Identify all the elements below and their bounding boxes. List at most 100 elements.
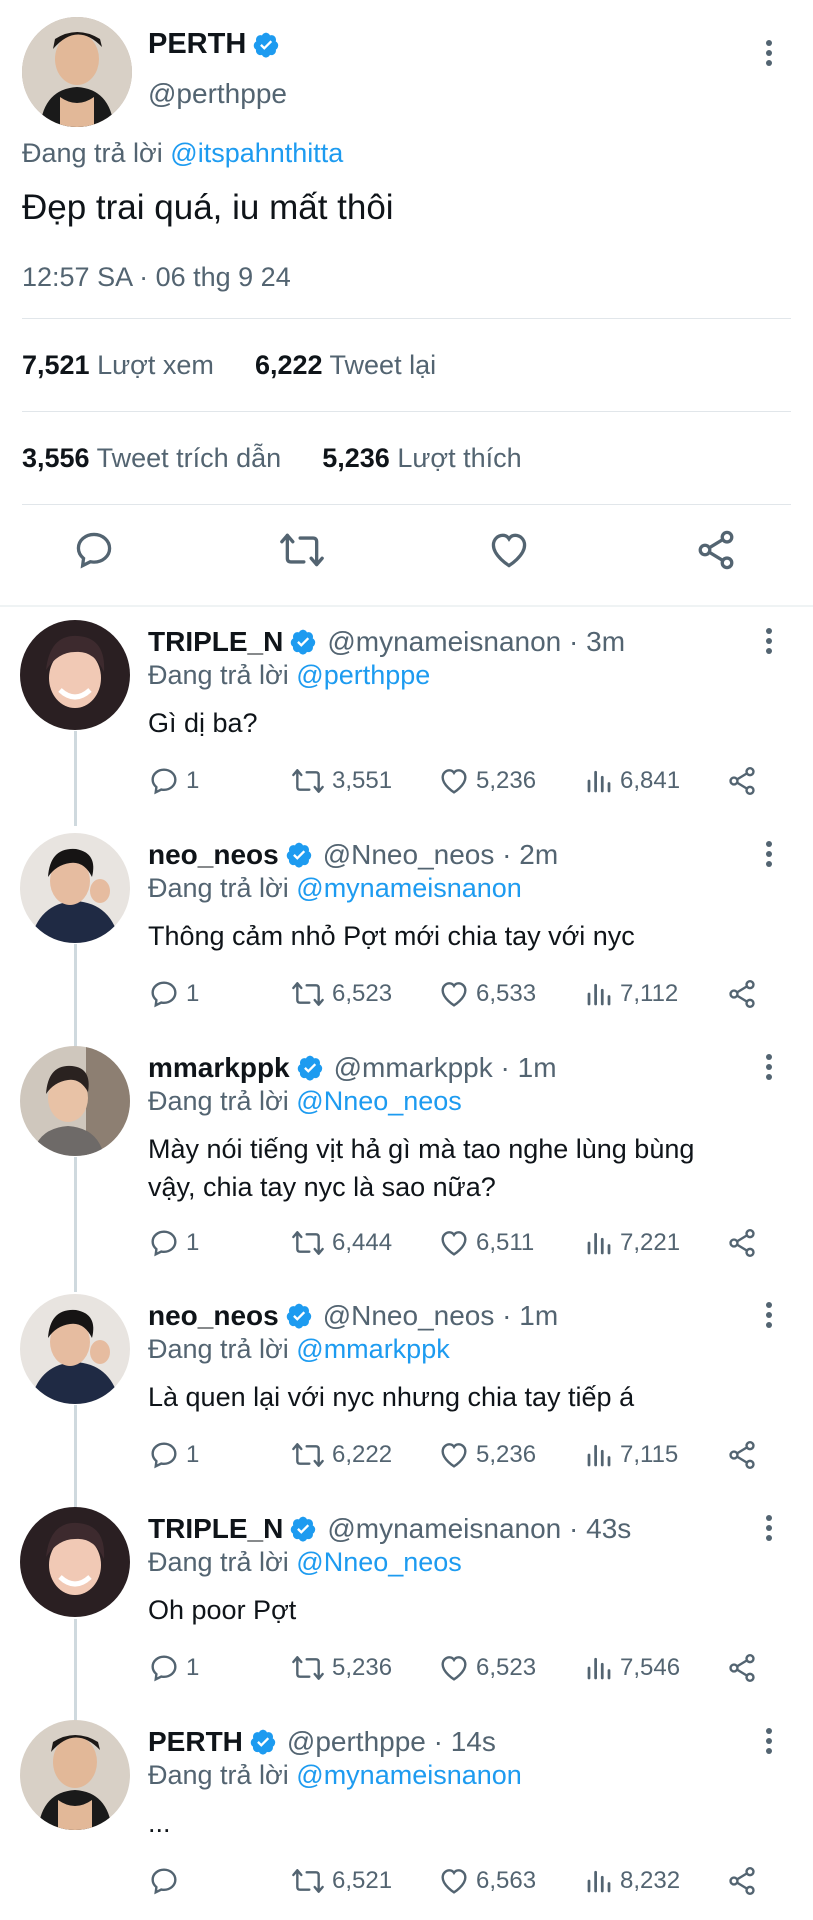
- more-icon[interactable]: [757, 1052, 781, 1082]
- avatar[interactable]: [20, 1507, 130, 1617]
- author-handle[interactable]: @mmarkppk: [334, 1052, 493, 1084]
- replying-prefix: Đang trả lời: [148, 660, 289, 690]
- like-button[interactable]: 5,236: [438, 1438, 536, 1472]
- author-handle[interactable]: @mynameisnanon: [327, 626, 561, 658]
- more-icon[interactable]: [757, 626, 781, 656]
- reply-actions: 6,521 6,563 8,232: [148, 1864, 768, 1898]
- retweet-button[interactable]: 6,222: [290, 1438, 392, 1472]
- quotes-stat[interactable]: 3,556 Tweet trích dẫn: [22, 443, 281, 473]
- tweet-timestamp[interactable]: 12:57 SA · 06 thg 9 24: [22, 262, 291, 293]
- reply-button[interactable]: 1: [148, 977, 199, 1011]
- replying-to-mention[interactable]: @mynameisnanon: [296, 873, 522, 903]
- avatar[interactable]: [20, 833, 130, 943]
- retweet-button[interactable]: 6,444: [290, 1226, 392, 1260]
- like-button[interactable]: [487, 528, 531, 580]
- author-handle[interactable]: @perthppe: [287, 1726, 426, 1758]
- author-handle[interactable]: @perthppe: [148, 78, 287, 110]
- retweet-button[interactable]: 5,236: [290, 1651, 392, 1685]
- share-button[interactable]: [694, 528, 738, 580]
- views-button[interactable]: 7,115: [584, 1438, 678, 1472]
- avatar[interactable]: [20, 1294, 130, 1404]
- like-button[interactable]: 6,563: [438, 1864, 536, 1898]
- reply-header: neo_neos @Nneo_neos · 1m: [148, 1300, 558, 1332]
- author-name[interactable]: neo_neos: [148, 1300, 279, 1332]
- author-name[interactable]: TRIPLE_N: [148, 1513, 283, 1545]
- reply-tweet[interactable]: PERTH @perthppe · 14s Đang trả lời @myna…: [0, 1708, 813, 1920]
- more-icon[interactable]: [757, 38, 781, 68]
- author-name[interactable]: PERTH: [148, 1726, 243, 1758]
- views-button[interactable]: 7,221: [584, 1226, 680, 1260]
- retweet-button[interactable]: [278, 528, 326, 580]
- share-button[interactable]: [726, 977, 758, 1011]
- share-button[interactable]: [726, 1438, 758, 1472]
- replying-to-mention[interactable]: @mynameisnanon: [296, 1760, 522, 1790]
- reply-button[interactable]: [148, 1864, 186, 1898]
- replying-to-mention[interactable]: @Nneo_neos: [296, 1547, 462, 1577]
- author-name[interactable]: TRIPLE_N: [148, 626, 283, 658]
- replying-prefix: Đang trả lời: [148, 1760, 289, 1790]
- author-name[interactable]: PERTH: [148, 28, 280, 61]
- reply-icon: [151, 981, 177, 1008]
- retweet-count: 6,521: [332, 1867, 393, 1894]
- avatar[interactable]: [22, 17, 132, 127]
- like-button[interactable]: 6,511: [438, 1226, 534, 1260]
- author-name[interactable]: neo_neos: [148, 839, 279, 871]
- share-icon: [729, 1229, 755, 1257]
- reply-tweet[interactable]: neo_neos @Nneo_neos · 2m Đang trả lời @m…: [0, 821, 813, 1034]
- like-count: 5,236: [476, 767, 537, 794]
- replying-to-mention[interactable]: @Nneo_neos: [296, 1086, 462, 1116]
- share-button[interactable]: [726, 1226, 758, 1260]
- replying-to-mention[interactable]: @itspahnthitta: [170, 138, 343, 168]
- reply-tweet[interactable]: neo_neos @Nneo_neos · 1m Đang trả lời @m…: [0, 1282, 813, 1495]
- retweet-icon: [280, 533, 324, 567]
- replying-to-mention[interactable]: @perthppe: [296, 660, 430, 690]
- reply-text: Mày nói tiếng vịt hả gì mà tao nghe lùng…: [148, 1134, 695, 1202]
- share-icon: [729, 1654, 755, 1682]
- views-count: 7,546: [620, 1654, 681, 1681]
- views-button[interactable]: 6,841: [584, 764, 680, 798]
- retweet-button[interactable]: 6,521: [290, 1864, 392, 1898]
- share-button[interactable]: [726, 764, 758, 798]
- like-button[interactable]: 6,533: [438, 977, 536, 1011]
- avatar[interactable]: [20, 1720, 130, 1830]
- more-icon[interactable]: [757, 1300, 781, 1330]
- divider: [22, 504, 791, 505]
- views-count: 8,232: [620, 1867, 681, 1894]
- reply-tweet[interactable]: TRIPLE_N @mynameisnanon · 3m Đang trả lờ…: [0, 608, 813, 821]
- views-button[interactable]: 7,546: [584, 1651, 680, 1685]
- retweet-icon: [292, 769, 324, 793]
- reply-button[interactable]: [72, 528, 116, 580]
- share-button[interactable]: [726, 1651, 758, 1685]
- reply-button[interactable]: 1: [148, 1651, 199, 1685]
- reply-actions: 1 5,236 6,523 7,546: [148, 1651, 768, 1685]
- avatar[interactable]: [20, 1046, 130, 1156]
- avatar[interactable]: [20, 620, 130, 730]
- retweet-icon: [292, 1656, 324, 1680]
- reply-count: 1: [186, 1654, 200, 1681]
- views-count: 7,521: [22, 350, 90, 380]
- like-button[interactable]: 6,523: [438, 1651, 536, 1685]
- replying-to: Đang trả lời @mynameisnanon: [148, 873, 522, 904]
- like-button[interactable]: 5,236: [438, 764, 536, 798]
- replying-to-mention[interactable]: @mmarkppk: [296, 1334, 449, 1364]
- reply-tweet[interactable]: TRIPLE_N @mynameisnanon · 43s Đang trả l…: [0, 1495, 813, 1708]
- author-handle[interactable]: @mynameisnanon: [327, 1513, 561, 1545]
- views-button[interactable]: 8,232: [584, 1864, 680, 1898]
- reply-button[interactable]: 1: [148, 1438, 199, 1472]
- more-icon[interactable]: [757, 1726, 781, 1756]
- reply-tweet[interactable]: mmarkppk @mmarkppk · 1m Đang trả lời @Nn…: [0, 1034, 813, 1282]
- author-name[interactable]: mmarkppk: [148, 1052, 290, 1084]
- retweets-stat[interactable]: 6,222 Tweet lại: [255, 350, 436, 380]
- more-icon[interactable]: [757, 839, 781, 869]
- author-handle[interactable]: @Nneo_neos: [323, 839, 495, 871]
- views-button[interactable]: 7,112: [584, 977, 678, 1011]
- likes-stat[interactable]: 5,236 Lượt thích: [322, 443, 521, 473]
- reply-button[interactable]: 1: [148, 764, 199, 798]
- author-handle[interactable]: @Nneo_neos: [323, 1300, 495, 1332]
- retweet-button[interactable]: 6,523: [290, 977, 392, 1011]
- share-button[interactable]: [726, 1864, 758, 1898]
- views-icon: [587, 1657, 611, 1680]
- reply-button[interactable]: 1: [148, 1226, 199, 1260]
- retweet-button[interactable]: 3,551: [290, 764, 392, 798]
- more-icon[interactable]: [757, 1513, 781, 1543]
